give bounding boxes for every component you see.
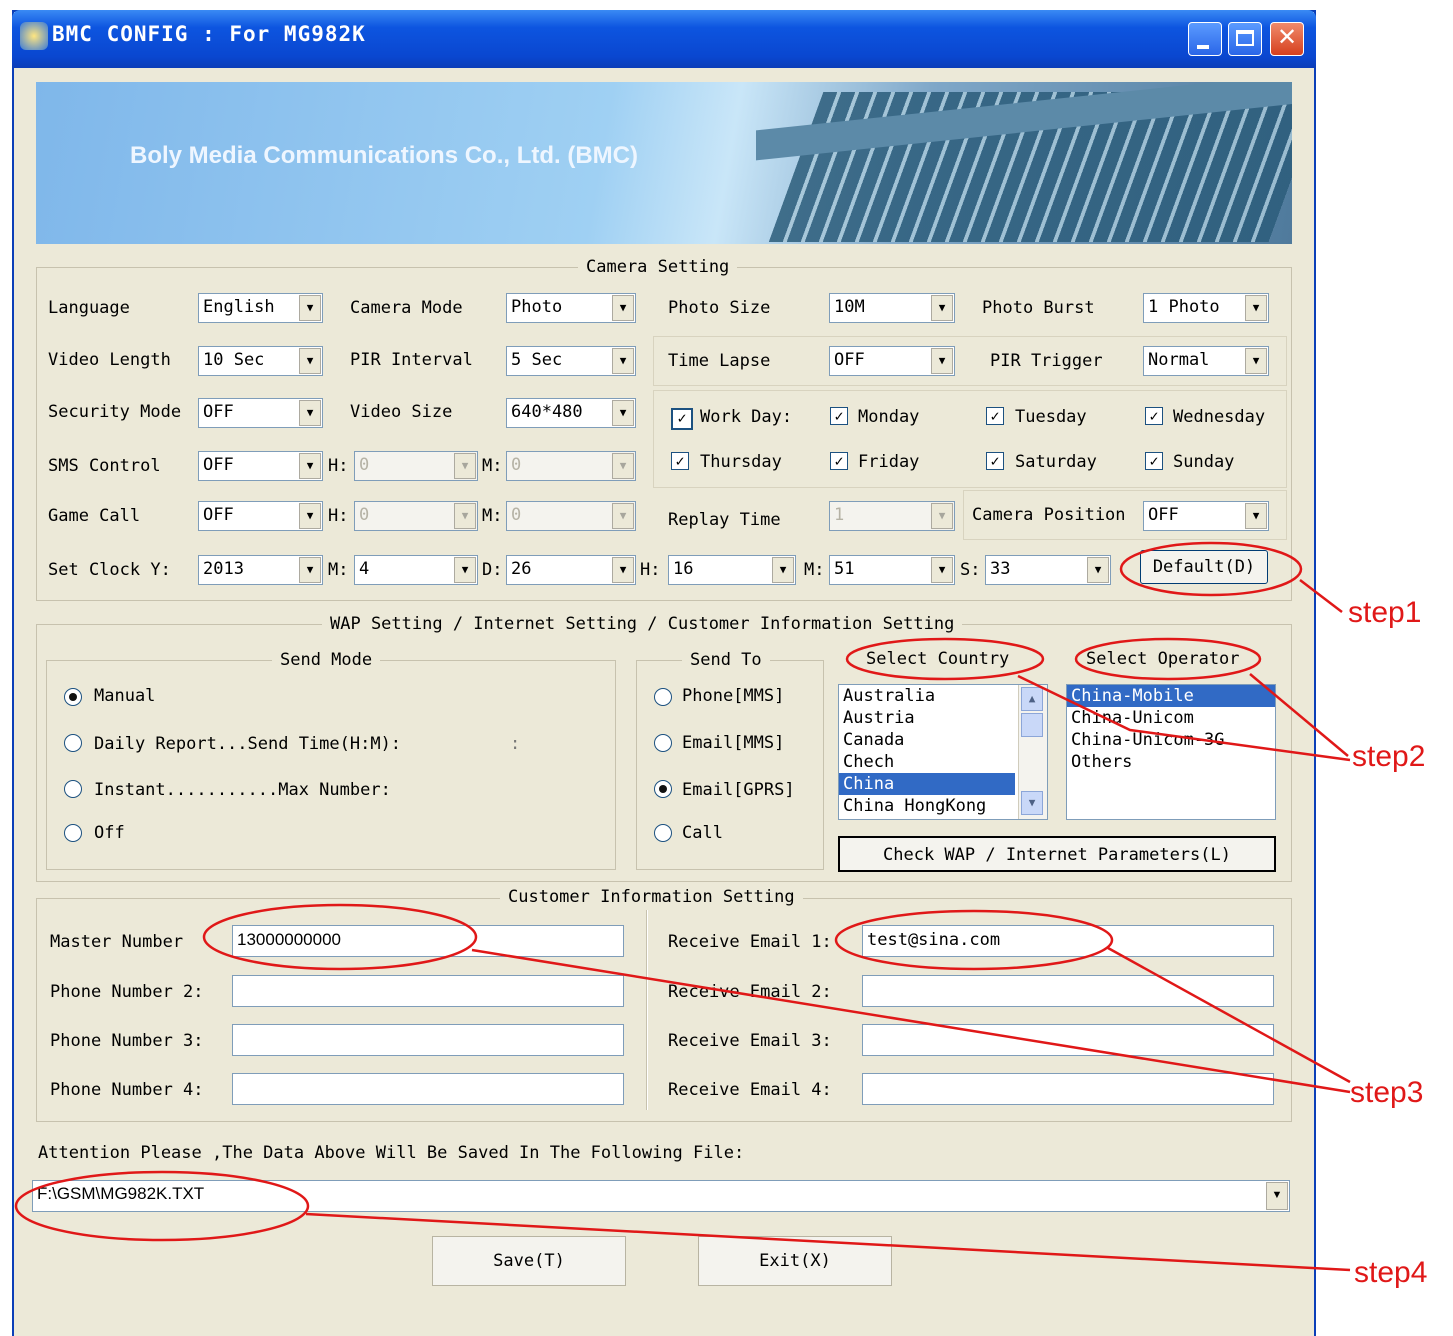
step3-master-ellipse — [202, 903, 478, 971]
step1-ellipse — [1119, 541, 1303, 597]
step2-label: step2 — [1352, 740, 1426, 773]
step4-pointer — [305, 1212, 1351, 1272]
annotation-overlay — [14, 541, 1351, 1272]
step3-pointer-master — [471, 948, 1351, 1094]
step1-label: step1 — [1348, 596, 1422, 629]
step2-country-ellipse — [845, 637, 1045, 681]
step2-pointer-country — [1017, 674, 1351, 762]
step3-label: step3 — [1350, 1076, 1424, 1109]
step4-label: step4 — [1354, 1256, 1428, 1289]
step2-operator-ellipse — [1074, 637, 1262, 681]
step4-ellipse — [14, 1170, 310, 1242]
step2-pointer-operator — [1249, 673, 1349, 757]
step3-email-ellipse — [834, 909, 1114, 971]
step1-pointer — [1299, 579, 1343, 613]
step3-pointer-email — [1107, 946, 1351, 1084]
